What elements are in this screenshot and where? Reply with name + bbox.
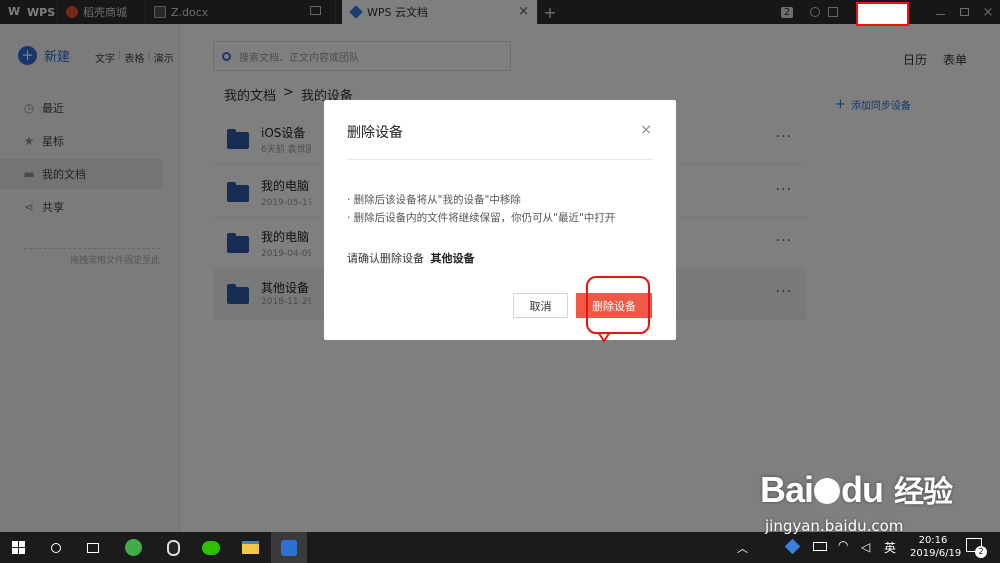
start-button[interactable]	[0, 532, 36, 563]
baidu-watermark: Bai du 经验 jingyan.baidu.com	[760, 455, 960, 540]
confirm-device-name: 其他设备	[430, 252, 475, 265]
redacted-box	[856, 2, 909, 26]
cloud-tray-icon[interactable]	[784, 538, 801, 555]
callout-tail	[598, 332, 610, 342]
cancel-button[interactable]: 取消	[513, 293, 568, 318]
divider	[347, 159, 653, 160]
notification-badge: 2	[975, 546, 987, 558]
dialog-note-1: · 删除后该设备将从"我的设备"中移除	[347, 194, 521, 206]
windows-icon	[11, 541, 25, 554]
confirm-prefix: 请确认删除设备	[347, 252, 424, 265]
ime-indicator[interactable]: 英	[884, 539, 896, 556]
battery-icon[interactable]	[813, 542, 827, 551]
browser-icon[interactable]	[115, 532, 151, 563]
confirm-text: 请确认删除设备 其他设备	[347, 250, 475, 266]
close-icon[interactable]: ×	[640, 122, 652, 138]
dialog-note-2: · 删除后设备内的文件将继续保留，你仍可从"最近"中打开	[347, 212, 616, 224]
paw-icon	[814, 478, 841, 504]
search-taskbar-icon[interactable]	[38, 532, 74, 563]
task-view-icon[interactable]	[75, 532, 111, 563]
wps-taskbar-icon[interactable]	[271, 532, 307, 563]
wechat-icon[interactable]	[193, 532, 229, 563]
watermark-url: jingyan.baidu.com	[765, 517, 904, 535]
highlight-callout	[586, 276, 650, 334]
watermark-brand-2: du	[841, 469, 884, 510]
chevron-up-icon[interactable]: ︿	[737, 540, 748, 556]
qq-icon[interactable]	[155, 532, 191, 563]
wifi-icon[interactable]: ◠	[838, 538, 848, 552]
clock-date: 2019/6/19	[910, 548, 962, 559]
watermark-cn: 经验	[894, 476, 953, 509]
file-explorer-icon[interactable]	[232, 532, 268, 563]
dialog-title: 删除设备	[347, 125, 403, 141]
watermark-brand: Bai	[760, 469, 814, 510]
volume-icon[interactable]: ◁	[861, 540, 870, 554]
